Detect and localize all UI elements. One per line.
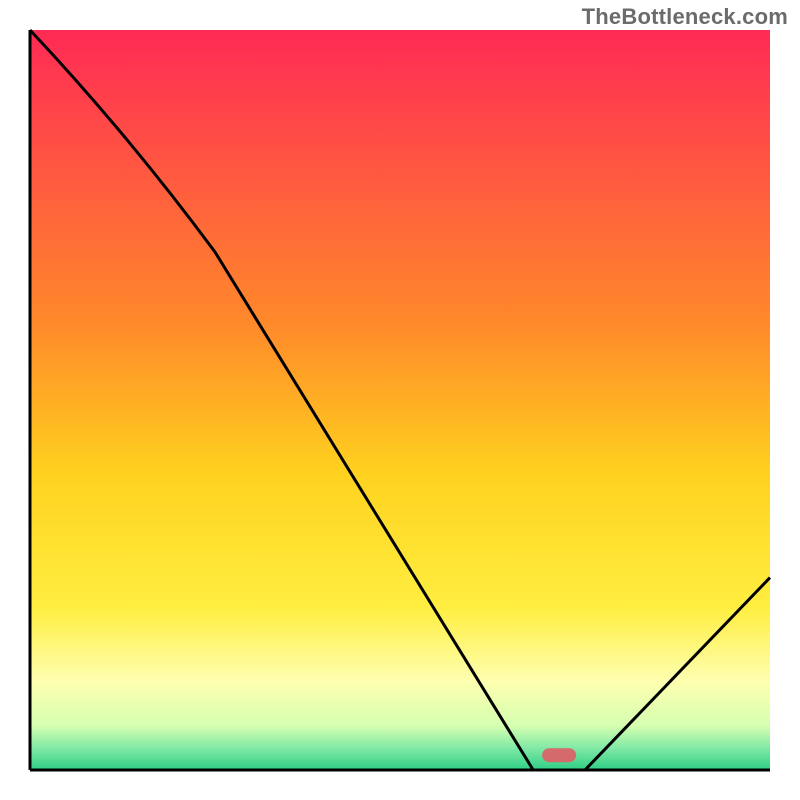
gradient-background — [30, 30, 770, 770]
watermark-text: TheBottleneck.com — [582, 4, 788, 30]
optimal-point-marker — [542, 748, 576, 762]
bottleneck-plot — [0, 0, 800, 800]
chart-canvas: TheBottleneck.com — [0, 0, 800, 800]
